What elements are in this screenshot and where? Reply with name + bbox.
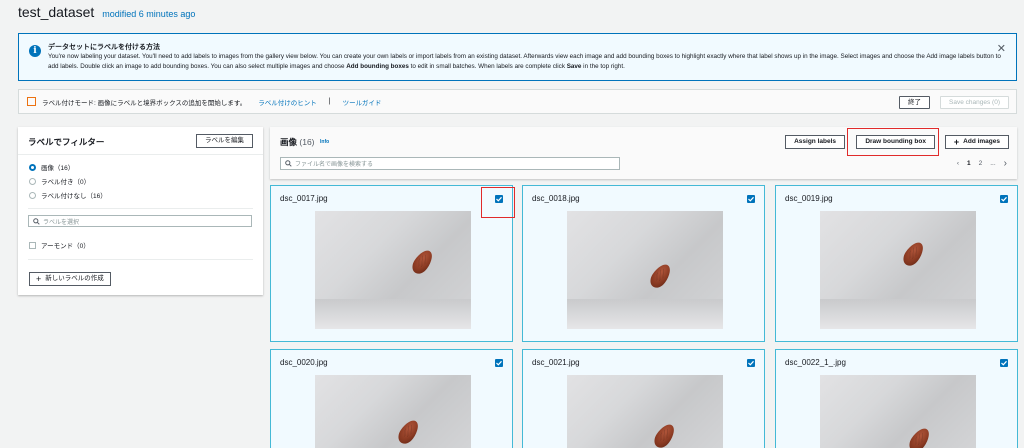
image-filename: dsc_0017.jpg (280, 194, 328, 203)
image-thumbnail[interactable] (820, 211, 976, 329)
divider (28, 259, 253, 260)
image-checkbox[interactable] (1000, 359, 1008, 367)
dataset-title: test_dataset (18, 4, 95, 20)
image-checkbox[interactable] (747, 359, 755, 367)
filter-option-all[interactable]: 画像（16） (29, 162, 74, 172)
radio[interactable] (29, 191, 36, 199)
filter-option-unlabeled[interactable]: ラベル付けなし（16） (29, 190, 107, 200)
pagination: ‹ 1 2 ... › (957, 158, 1007, 169)
labeling-mode-icon (27, 97, 36, 106)
page-link[interactable]: 2 (979, 160, 983, 167)
search-icon (33, 217, 40, 225)
image-card[interactable]: dsc_0021.jpg (522, 349, 765, 448)
filter-panel: ラベルでフィルター ラベルを編集 画像（16） ラベル付き（0） ラベル付けなし… (18, 127, 263, 295)
info-icon: i (29, 45, 41, 57)
info-flash: i データセットにラベルを付ける方法 You're now labeling y… (18, 33, 1017, 81)
chevron-right-icon[interactable]: › (1004, 158, 1007, 169)
filter-option-labeled[interactable]: ラベル付き（0） (29, 176, 90, 186)
image-filename: dsc_0019.jpg (785, 194, 833, 203)
filter-title: ラベルでフィルター (28, 137, 105, 147)
add-images-button[interactable]: + Add images (944, 135, 1009, 149)
divider (28, 208, 253, 209)
filter-header: ラベルでフィルター ラベルを編集 (18, 127, 263, 155)
flash-body: You're now labeling your dataset. You'll… (48, 53, 1001, 70)
radio-selected[interactable] (29, 163, 36, 171)
edit-labels-button[interactable]: ラベルを編集 (196, 134, 253, 148)
radio[interactable] (29, 177, 36, 185)
image-filename: dsc_0018.jpg (532, 194, 580, 203)
labeling-hints-link[interactable]: ラベル付けのヒント (258, 97, 317, 107)
gallery-title: 画像 (16) (280, 137, 315, 147)
flash-title: データセットにラベルを付ける方法 (48, 44, 160, 51)
page-header: test_dataset modified 6 minutes ago (18, 4, 195, 22)
image-card[interactable]: dsc_0017.jpg (270, 185, 513, 342)
image-filename: dsc_0022_1_.jpg (785, 358, 846, 367)
label-filter-almond[interactable]: アーモンド（0） (29, 240, 90, 250)
separator: | (328, 98, 331, 105)
create-label-button[interactable]: + 新しいラベルの作成 (29, 272, 111, 286)
image-thumbnail[interactable] (315, 211, 471, 329)
labeling-mode-bar: ラベル付けモード: 画像にラベルと境界ボックスの追加を開始します。 ラベル付けの… (18, 89, 1017, 114)
search-icon (285, 160, 292, 167)
tool-guide-link[interactable]: ツールガイド (343, 97, 382, 107)
image-filename: dsc_0021.jpg (532, 358, 580, 367)
page-link[interactable]: 1 (967, 160, 971, 167)
image-card[interactable]: dsc_0020.jpg (270, 349, 513, 448)
draw-bounding-box-button[interactable]: Draw bounding box (856, 135, 935, 149)
mode-text: ラベル付けモード: 画像にラベルと境界ボックスの追加を開始します。 (42, 99, 247, 107)
image-card[interactable]: dsc_0018.jpg (522, 185, 765, 342)
assign-labels-button[interactable]: Assign labels (785, 135, 845, 149)
image-card[interactable]: dsc_0022_1_.jpg (775, 349, 1018, 448)
image-checkbox[interactable] (495, 359, 503, 367)
modified-link[interactable]: modified 6 minutes ago (102, 9, 195, 19)
image-checkbox[interactable] (747, 195, 755, 203)
image-search-input[interactable]: ファイル名で画像を検索する (280, 157, 620, 170)
done-button[interactable]: 終了 (899, 96, 930, 109)
page-ellipsis: ... (990, 160, 996, 167)
info-link[interactable]: Info (320, 139, 329, 145)
image-card[interactable]: dsc_0019.jpg (775, 185, 1018, 342)
gallery-header: 画像 (16) Info ファイル名で画像を検索する Assign labels… (270, 127, 1017, 179)
image-checkbox[interactable] (1000, 195, 1008, 203)
image-thumbnail[interactable] (567, 375, 723, 448)
label-search-input[interactable]: ラベルを選択 (28, 215, 252, 227)
image-filename: dsc_0020.jpg (280, 358, 328, 367)
close-icon[interactable]: ✕ (997, 42, 1006, 55)
image-thumbnail[interactable] (820, 375, 976, 448)
save-changes-button[interactable]: Save changes (0) (940, 96, 1009, 109)
checkbox-highlight-box (481, 187, 515, 218)
image-thumbnail[interactable] (567, 211, 723, 329)
chevron-left-icon[interactable]: ‹ (957, 160, 959, 167)
plus-icon: + (36, 273, 42, 284)
plus-icon: + (953, 136, 960, 147)
image-thumbnail[interactable] (315, 375, 471, 448)
checkbox[interactable] (29, 241, 36, 249)
